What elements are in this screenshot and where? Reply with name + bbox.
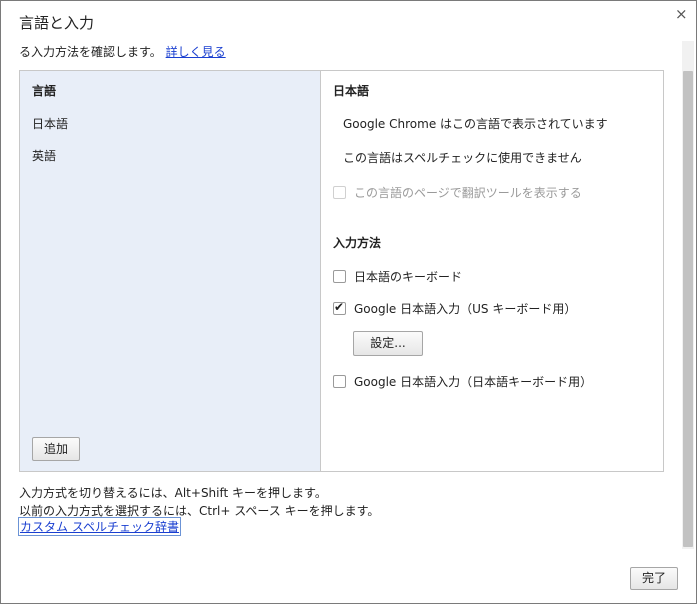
translate-checkbox[interactable] <box>333 186 346 199</box>
display-language-info: Google Chrome はこの言語で表示されています <box>343 117 608 131</box>
input-method-label: Google 日本語入力（US キーボード用） <box>354 302 577 316</box>
translate-checkbox-label: この言語のページで翻訳ツールを表示する <box>354 186 582 200</box>
previous-input-hint: 以前の入力方式を選択するには、Ctrl+ スペース キーを押します。 <box>19 504 380 518</box>
language-item-japanese[interactable]: 日本語 <box>32 115 68 132</box>
scrollbar-thumb[interactable] <box>683 71 693 547</box>
intro-label: る入力方法を確認します。 <box>19 45 162 59</box>
input-method-row: ✔ Google 日本語入力（US キーボード用） <box>333 300 576 317</box>
learn-more-link[interactable]: 詳しく見る <box>166 45 226 59</box>
input-method-checkbox-google-jis[interactable] <box>333 375 346 388</box>
language-item-english[interactable]: 英語 <box>32 147 56 164</box>
custom-spellcheck-dictionary-link[interactable]: カスタム スペルチェック辞書 <box>18 517 181 536</box>
input-method-checkbox-japanese-keyboard[interactable] <box>333 270 346 283</box>
done-button[interactable]: 完了 <box>630 567 678 590</box>
language-list: 言語 日本語 英語 追加 <box>20 71 321 471</box>
input-method-settings-button[interactable]: 設定... <box>353 331 423 356</box>
input-method-label: Google 日本語入力（日本語キーボード用） <box>354 375 593 389</box>
spellcheck-info: この言語はスペルチェックに使用できません <box>343 151 582 165</box>
intro-text: る入力方法を確認します。 詳しく見る <box>19 43 226 60</box>
translate-option: この言語のページで翻訳ツールを表示する <box>333 184 582 201</box>
add-language-button[interactable]: 追加 <box>32 437 80 461</box>
input-method-label: 日本語のキーボード <box>354 270 463 284</box>
input-method-checkbox-google-us[interactable]: ✔ <box>333 300 346 315</box>
switch-input-hint: 入力方式を切り替えるには、Alt+Shift キーを押します。 <box>19 486 327 500</box>
language-panel: 言語 日本語 英語 追加 日本語 Google Chrome はこの言語で表示さ… <box>19 70 664 472</box>
input-methods-title: 入力方法 <box>333 236 382 250</box>
language-list-header: 言語 <box>32 84 57 98</box>
input-method-row: 日本語のキーボード <box>333 268 462 285</box>
language-input-dialog: 言語と入力 × る入力方法を確認します。 詳しく見る 言語 日本語 英語 追加 … <box>0 0 697 604</box>
language-settings: 日本語 Google Chrome はこの言語で表示されています この言語はスペ… <box>333 71 661 471</box>
checkmark-icon: ✔ <box>334 300 345 314</box>
close-icon[interactable]: × <box>675 6 688 22</box>
dialog-title: 言語と入力 <box>19 14 95 32</box>
language-settings-title: 日本語 <box>333 84 370 98</box>
input-method-row: Google 日本語入力（日本語キーボード用） <box>333 373 592 390</box>
scrollbar[interactable] <box>682 41 694 549</box>
